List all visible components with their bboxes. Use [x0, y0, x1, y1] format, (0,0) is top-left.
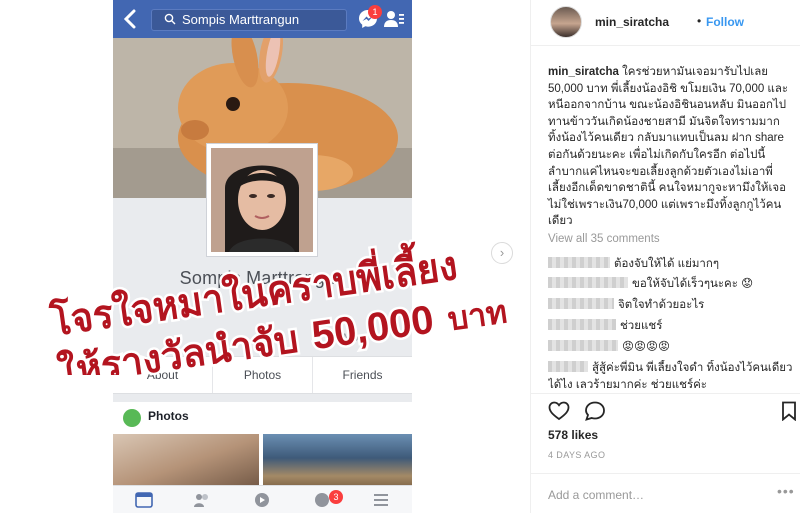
overlay-line-2-suffix: บาท: [445, 293, 509, 337]
photos-icon: [123, 409, 141, 427]
post-header: min_siratcha • Follow: [531, 0, 800, 46]
comment-icon[interactable]: [584, 401, 606, 421]
more-options-icon[interactable]: •••: [777, 483, 795, 499]
post-username[interactable]: min_siratcha: [595, 15, 669, 29]
comment-text: 😡😡😡😡: [622, 341, 670, 353]
facebook-search-bar: Sompis Marttrangun: [151, 9, 347, 31]
comment: 😡😡😡😡: [548, 339, 793, 356]
facebook-top-bar: Sompis Marttrangun 1: [113, 0, 412, 38]
comment-text: จิตใจทำด้วยอะไร: [618, 299, 705, 311]
bookmark-icon[interactable]: [781, 401, 797, 421]
photos-title: Photos: [148, 409, 189, 423]
facebook-profile-screenshot: Sompis Marttrangun 1 Sompis Marttrangun …: [113, 0, 412, 513]
redacted-username: [548, 340, 618, 351]
follow-button[interactable]: Follow: [706, 15, 744, 29]
profile-tabs: About Photos Friends: [113, 356, 412, 394]
separator-dot: •: [697, 14, 702, 28]
notifications-badge: 3: [329, 490, 343, 504]
tab-about: About: [113, 357, 213, 393]
post-details-panel: min_siratcha • Follow min_siratcha ใครช่…: [530, 0, 800, 513]
post-caption: min_siratcha ใครช่วยหามันเจอมารับไปเลย 5…: [548, 64, 793, 230]
search-icon: [164, 13, 176, 25]
add-comment-bar: •••: [531, 473, 800, 513]
photos-section: Photos: [113, 402, 412, 494]
comment-text: ขอให้จับได้เร็วๆนะคะ 😟: [632, 278, 754, 290]
redacted-username: [548, 277, 628, 288]
comment: ช่วยแชร์: [548, 318, 793, 335]
post-image: Sompis Marttrangun 1 Sompis Marttrangun …: [0, 0, 530, 513]
comment-text: ช่วยแชร์: [620, 320, 663, 332]
watch-icon: [255, 493, 269, 507]
profile-picture-frame: [206, 143, 318, 257]
caption-username[interactable]: min_siratcha: [548, 66, 619, 78]
messenger-badge: 1: [368, 5, 382, 19]
chevron-right-icon[interactable]: ›: [491, 242, 513, 264]
heart-icon[interactable]: [548, 401, 570, 421]
caption-text: ใครช่วยหามันเจอมารับไปเลย 50,000 บาท พี่…: [548, 66, 789, 228]
friend-requests-icon: [384, 11, 404, 27]
likes-count[interactable]: 578 likes: [548, 428, 598, 442]
add-comment-input[interactable]: [548, 486, 748, 504]
profile-name: Sompis Marttrangun: [179, 268, 346, 288]
comment: ต้องจับให้ได้ แย่มากๆ: [548, 256, 793, 273]
comment: สู้สู้ค่ะพี่มิน พี่เลี้ยงใจดำ ทิ้งน้องไว…: [548, 360, 793, 390]
redacted-username: [548, 319, 616, 330]
comment-text: ต้องจับให้ได้ แย่มากๆ: [614, 258, 719, 270]
redacted-username: [548, 257, 610, 268]
post-timestamp: 4 DAYS AGO: [548, 450, 606, 460]
redacted-username: [548, 298, 614, 309]
comment: จิตใจทำด้วยอะไร: [548, 297, 793, 314]
tab-photos: Photos: [213, 357, 313, 393]
search-text: Sompis Marttrangun: [182, 12, 300, 27]
post-actions: [531, 393, 800, 429]
more-label: More: [343, 332, 369, 344]
facebook-bottom-nav: 3: [113, 485, 412, 513]
view-all-comments-link[interactable]: View all 35 comments: [548, 233, 660, 245]
chevron-left-icon: [121, 7, 141, 31]
redacted-username: [548, 361, 588, 372]
menu-icon: [374, 494, 388, 506]
comment: ขอให้จับได้เร็วๆนะคะ 😟: [548, 276, 793, 293]
instagram-post-view: Sompis Marttrangun 1 Sompis Marttrangun …: [0, 0, 800, 513]
tab-friends: Friends: [342, 368, 383, 382]
profile-picture: [211, 148, 313, 252]
news-feed-icon: [135, 492, 153, 508]
friends-icon: [194, 494, 208, 507]
avatar[interactable]: [550, 6, 582, 38]
